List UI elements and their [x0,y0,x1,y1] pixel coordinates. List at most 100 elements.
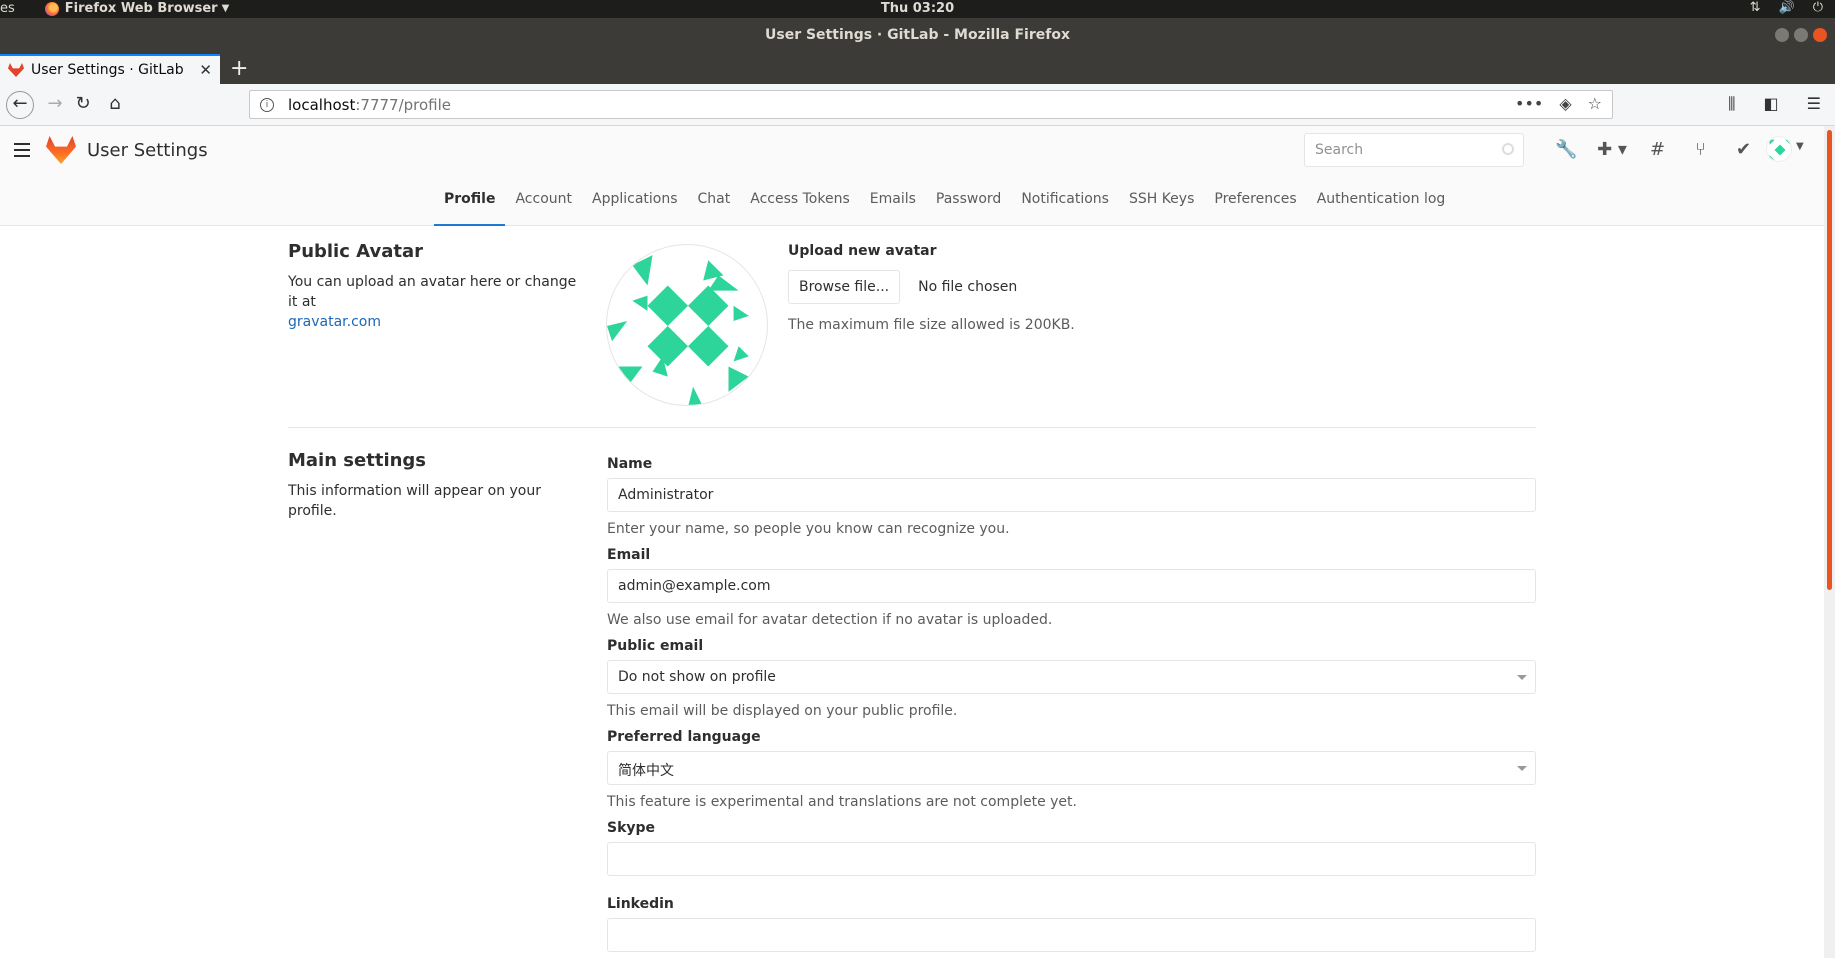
skype-label: Skype [607,820,656,836]
skype-group: Skype [607,820,1536,876]
close-tab-icon[interactable]: ✕ [199,61,212,79]
url-path: :7777/profile [355,95,452,114]
tab-ssh-keys[interactable]: SSH Keys [1119,176,1204,226]
window-title-bar: User Settings · GitLab - Mozilla Firefox [0,18,1835,54]
public-email-help: This email will be displayed on your pub… [607,703,958,719]
linkedin-label: Linkedin [607,896,674,912]
tab-account[interactable]: Account [505,176,582,226]
browser-tab-title: User Settings · GitLab [31,62,184,78]
settings-subnav: Profile Account Applications Chat Access Tok… [0,176,1824,226]
minimize-button[interactable] [1775,28,1789,42]
section-divider [288,427,1536,428]
chevron-down-icon [1517,675,1527,680]
bookmark-star-icon[interactable]: ☆ [1588,94,1602,113]
tab-chat[interactable]: Chat [688,176,741,226]
language-help: This feature is experimental and transla… [607,794,1077,810]
file-status: No file chosen [918,279,1018,295]
tab-authentication-log[interactable]: Authentication log [1307,176,1456,226]
app-menu[interactable]: Firefox Web Browser [65,1,218,16]
public-email-select[interactable]: Do not show on profile [607,660,1536,694]
current-avatar [606,244,768,406]
search-input[interactable]: Search [1304,133,1524,167]
back-button[interactable]: ← [6,91,34,119]
public-email-value: Do not show on profile [618,669,776,685]
forward-button[interactable]: → [42,92,68,118]
language-label: Preferred language [607,729,761,745]
public-email-label: Public email [607,638,704,654]
public-email-group: Public email Do not show on profile This… [607,638,1536,719]
tab-emails[interactable]: Emails [860,176,926,226]
tab-password[interactable]: Password [926,176,1011,226]
email-field[interactable]: admin@example.com [607,569,1536,603]
linkedin-field[interactable] [607,918,1536,952]
upload-avatar-title: Upload new avatar [788,243,937,259]
language-value: 简体中文 [618,763,674,779]
new-dropdown-icon[interactable]: ✚ ▾ [1588,139,1636,160]
tab-access-tokens[interactable]: Access Tokens [740,176,860,226]
gravatar-link[interactable]: gravatar.com [288,314,381,330]
gitlab-logo[interactable] [46,136,76,164]
page-title[interactable]: User Settings [87,140,208,161]
hamburger-menu-icon[interactable] [14,143,30,161]
name-help: Enter your name, so people you know can … [607,521,1010,537]
file-size-hint: The maximum file size allowed is 200KB. [788,317,1075,333]
main-settings-description: This information will appear on your pro… [288,483,541,519]
chevron-down-icon[interactable]: ▼ [1796,141,1804,152]
email-group: Email admin@example.com We also use emai… [607,547,1536,628]
language-select[interactable]: 简体中文 [607,751,1536,785]
public-avatar-title: Public Avatar [288,241,423,262]
upload-avatar-panel: Upload new avatar Browse file... No file… [788,243,1075,333]
tab-preferences[interactable]: Preferences [1204,176,1306,226]
page-actions-icon[interactable]: ••• [1515,94,1543,113]
library-icon[interactable]: ⫼ [1728,94,1735,114]
email-label: Email [607,547,651,563]
tab-notifications[interactable]: Notifications [1011,176,1119,226]
search-placeholder: Search [1315,142,1364,158]
main-settings-intro: Main settings This information will appe… [288,450,578,521]
scrollbar-thumb[interactable] [1827,130,1832,590]
main-settings-form: Name Administrator Enter your name, so p… [607,456,1536,958]
volume-icon[interactable]: 🔊 [1779,0,1795,15]
browser-tab[interactable]: User Settings · GitLab ✕ [0,54,220,84]
chevron-down-icon: ▼ [221,3,230,14]
main-settings-title: Main settings [288,450,427,471]
name-field[interactable]: Administrator [607,478,1536,512]
issues-hash-icon[interactable]: # [1636,139,1679,160]
linkedin-group: Linkedin [607,896,1536,952]
os-top-bar: es Firefox Web Browser ▼ Thu 03:20 ⇅ 🔊 ⏻ [0,0,1835,18]
home-button[interactable]: ⌂ [102,92,128,118]
pocket-icon[interactable]: ◈ [1559,94,1571,113]
clock[interactable]: Thu 03:20 [881,1,954,16]
search-icon [1502,143,1514,155]
todos-check-icon[interactable]: ✔ [1722,139,1765,160]
url-bar[interactable]: i localhost:7777/profile ••• ◈ ☆ [249,90,1613,119]
name-group: Name Administrator Enter your name, so p… [607,456,1536,537]
new-tab-button[interactable]: + [230,56,248,81]
tab-applications[interactable]: Applications [582,176,688,226]
skype-field[interactable] [607,842,1536,876]
public-avatar-description: You can upload an avatar here or change … [288,274,577,330]
site-info-icon[interactable]: i [260,97,274,112]
browse-file-button[interactable]: Browse file... [788,270,901,304]
name-value: Administrator [618,487,714,503]
window-title: User Settings · GitLab - Mozilla Firefox [765,27,1070,43]
identicon [607,255,749,405]
url-host: localhost [288,95,356,114]
admin-wrench-icon[interactable]: 🔧 [1545,139,1588,160]
tab-strip: User Settings · GitLab ✕ + [0,54,1835,84]
power-icon[interactable]: ⏻ [1813,0,1823,15]
network-icon[interactable]: ⇅ [1750,0,1761,15]
chevron-down-icon [1517,766,1527,771]
close-window-button[interactable] [1813,28,1827,42]
email-help: We also use email for avatar detection i… [607,612,1053,628]
sidebar-icon[interactable]: ◧ [1764,94,1779,114]
merge-requests-icon[interactable]: ⑂ [1679,139,1722,160]
maximize-button[interactable] [1794,28,1808,42]
user-avatar[interactable] [1766,136,1792,162]
menu-icon[interactable]: ☰ [1807,94,1821,114]
tab-profile[interactable]: Profile [434,176,506,226]
page-scrollbar[interactable] [1824,126,1835,958]
reload-button[interactable]: ↻ [70,92,96,118]
email-value: admin@example.com [618,578,771,594]
firefox-icon [44,1,59,16]
